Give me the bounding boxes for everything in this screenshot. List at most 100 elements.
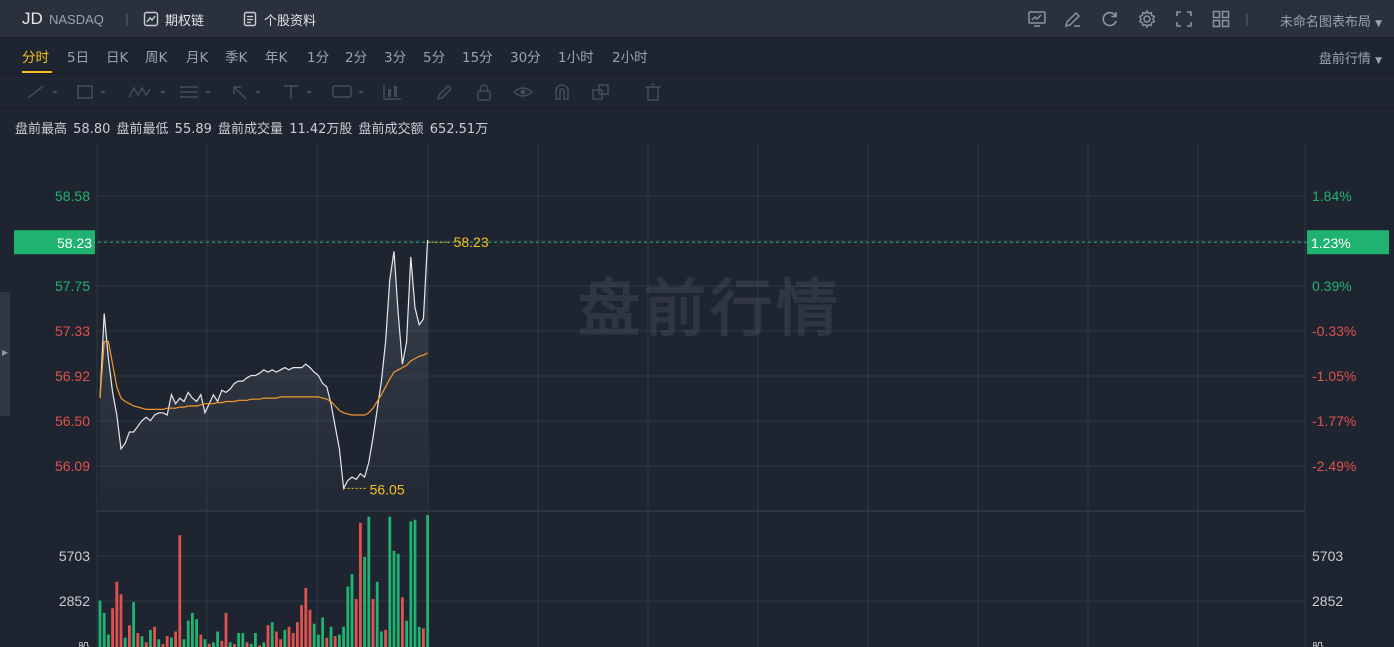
volume-bar	[115, 581, 119, 647]
fib-icon[interactable]	[178, 83, 214, 101]
timeframe-tab[interactable]: 2分	[345, 46, 367, 66]
volume-bar	[119, 594, 123, 647]
volume-bar	[308, 609, 312, 647]
volume-bar	[241, 633, 245, 647]
volume-bar	[422, 628, 425, 647]
volume-bar	[132, 602, 135, 647]
measure-icon[interactable]	[381, 83, 403, 101]
price-axis-label: 56.92	[55, 368, 90, 384]
volume-bar	[279, 639, 282, 647]
volume-bar	[140, 636, 144, 647]
timeframe-bar: 分时 5日 日K 周K 月K 季K 年K 1分 2分 3分 5分 15分 30分…	[0, 38, 1394, 74]
pencil-icon[interactable]	[434, 83, 456, 101]
timeframe-tab[interactable]: 3分	[384, 46, 406, 66]
clone-icon[interactable]	[590, 83, 612, 101]
stock-info-label: 个股资料	[264, 13, 317, 29]
volume-bar	[401, 597, 404, 647]
lock-icon[interactable]	[473, 83, 495, 101]
volume-label: 盘前成交量	[218, 122, 284, 137]
volume-bar	[220, 640, 224, 647]
layout-selector[interactable]: 未命名图表布局 ▼	[1280, 11, 1382, 30]
volume-bar	[380, 631, 383, 647]
edit-icon[interactable]	[1063, 9, 1083, 29]
volume-bar	[128, 625, 131, 647]
volume-bar	[270, 622, 274, 647]
trend-line-icon[interactable]	[25, 83, 59, 101]
pct-axis-label: -0.33%	[1312, 323, 1356, 339]
timeframe-tab[interactable]: 日K	[106, 46, 128, 66]
text-tool-icon[interactable]	[281, 83, 315, 101]
volume-axis-label: 5703	[59, 548, 90, 564]
timeframe-tab[interactable]: 5分	[423, 46, 445, 66]
last-pct-label: 1.23%	[1311, 235, 1351, 251]
volume-bar	[254, 633, 257, 647]
volume-bar	[417, 626, 421, 647]
volume-bar	[102, 612, 106, 647]
last-price-label: 58.23	[57, 235, 92, 251]
price-chart[interactable]: 58.58 57.75 57.33 56.92 56.50 56.09 1.84% 0.39%…	[0, 140, 1394, 647]
high-label: 盘前最高	[15, 122, 68, 137]
timeframe-tab[interactable]: 季K	[225, 46, 247, 66]
trash-icon[interactable]	[642, 83, 664, 101]
annotation-icon[interactable]	[331, 83, 367, 101]
volume-bar	[228, 642, 232, 647]
caret-down-icon: ▼	[1375, 56, 1382, 66]
volume-bar	[165, 636, 169, 647]
volume-bar	[363, 557, 366, 647]
timeframe-tab[interactable]: 周K	[145, 46, 167, 66]
volume-bar	[224, 612, 228, 647]
pct-axis-label: -2.49%	[1312, 458, 1356, 474]
pct-axis-label: -1.77%	[1312, 413, 1356, 429]
timeframe-tab[interactable]: 30分	[510, 46, 541, 66]
timeframe-tab[interactable]: 1分	[307, 46, 329, 66]
price-axis-label: 56.50	[55, 413, 90, 429]
timeframe-tab[interactable]: 月K	[186, 46, 208, 66]
layout-name-label: 未命名图表布局	[1279, 15, 1371, 30]
volume-bar	[170, 637, 173, 647]
exchange-label: NASDAQ	[49, 12, 104, 27]
timeframe-tab[interactable]: 年K	[265, 46, 287, 66]
amount-value: 652.51万	[429, 122, 489, 137]
timeframe-tab[interactable]: 2小时	[612, 46, 648, 66]
volume-bar	[174, 631, 177, 647]
volume-bar	[296, 622, 299, 647]
arrow-icon[interactable]	[230, 83, 264, 101]
price-axis-label: 57.33	[55, 323, 90, 339]
pct-axis-label: 1.84%	[1312, 188, 1352, 204]
volume-bar	[275, 631, 278, 647]
volume-bar	[212, 642, 215, 647]
magnet-icon[interactable]	[551, 83, 573, 101]
volume-bar	[413, 519, 417, 647]
volume-bar	[367, 516, 371, 647]
volume-bar	[178, 535, 182, 647]
session-selector[interactable]: 盘前行情 ▼	[1319, 48, 1382, 67]
price-axis-label: 58.58	[55, 188, 90, 204]
pattern-icon[interactable]	[127, 83, 171, 101]
chart-monitor-icon[interactable]	[1027, 9, 1047, 29]
timeframe-tab[interactable]: 15分	[462, 46, 493, 66]
timeframe-tab[interactable]: 分时	[22, 46, 49, 66]
volume-value: 11.42万股	[289, 122, 353, 137]
volume-bar	[342, 626, 345, 647]
eye-icon[interactable]	[512, 83, 534, 101]
volume-axis-label: 2852	[59, 593, 90, 609]
volume-bar	[371, 598, 375, 647]
volume-bar	[300, 605, 303, 647]
price-axis-label: 56.09	[55, 458, 90, 474]
options-chain-button[interactable]: 期权链	[143, 8, 204, 30]
symbol-label[interactable]: JD	[22, 9, 43, 29]
volume-bar	[245, 642, 249, 647]
rectangle-icon[interactable]	[75, 83, 109, 101]
timeframe-tab[interactable]: 1小时	[558, 46, 594, 66]
gear-icon[interactable]	[1137, 9, 1157, 29]
price-axis-label: 57.75	[55, 278, 90, 294]
volume-bar	[191, 612, 194, 647]
options-chain-icon	[143, 11, 159, 27]
refresh-icon[interactable]	[1100, 9, 1120, 29]
amount-label: 盘前成交额	[358, 122, 424, 137]
volume-bar	[262, 642, 266, 647]
stock-info-button[interactable]: 个股资料	[242, 8, 316, 30]
fullscreen-icon[interactable]	[1174, 9, 1194, 29]
timeframe-tab[interactable]: 5日	[67, 46, 89, 66]
layout-grid-icon[interactable]	[1211, 9, 1231, 29]
